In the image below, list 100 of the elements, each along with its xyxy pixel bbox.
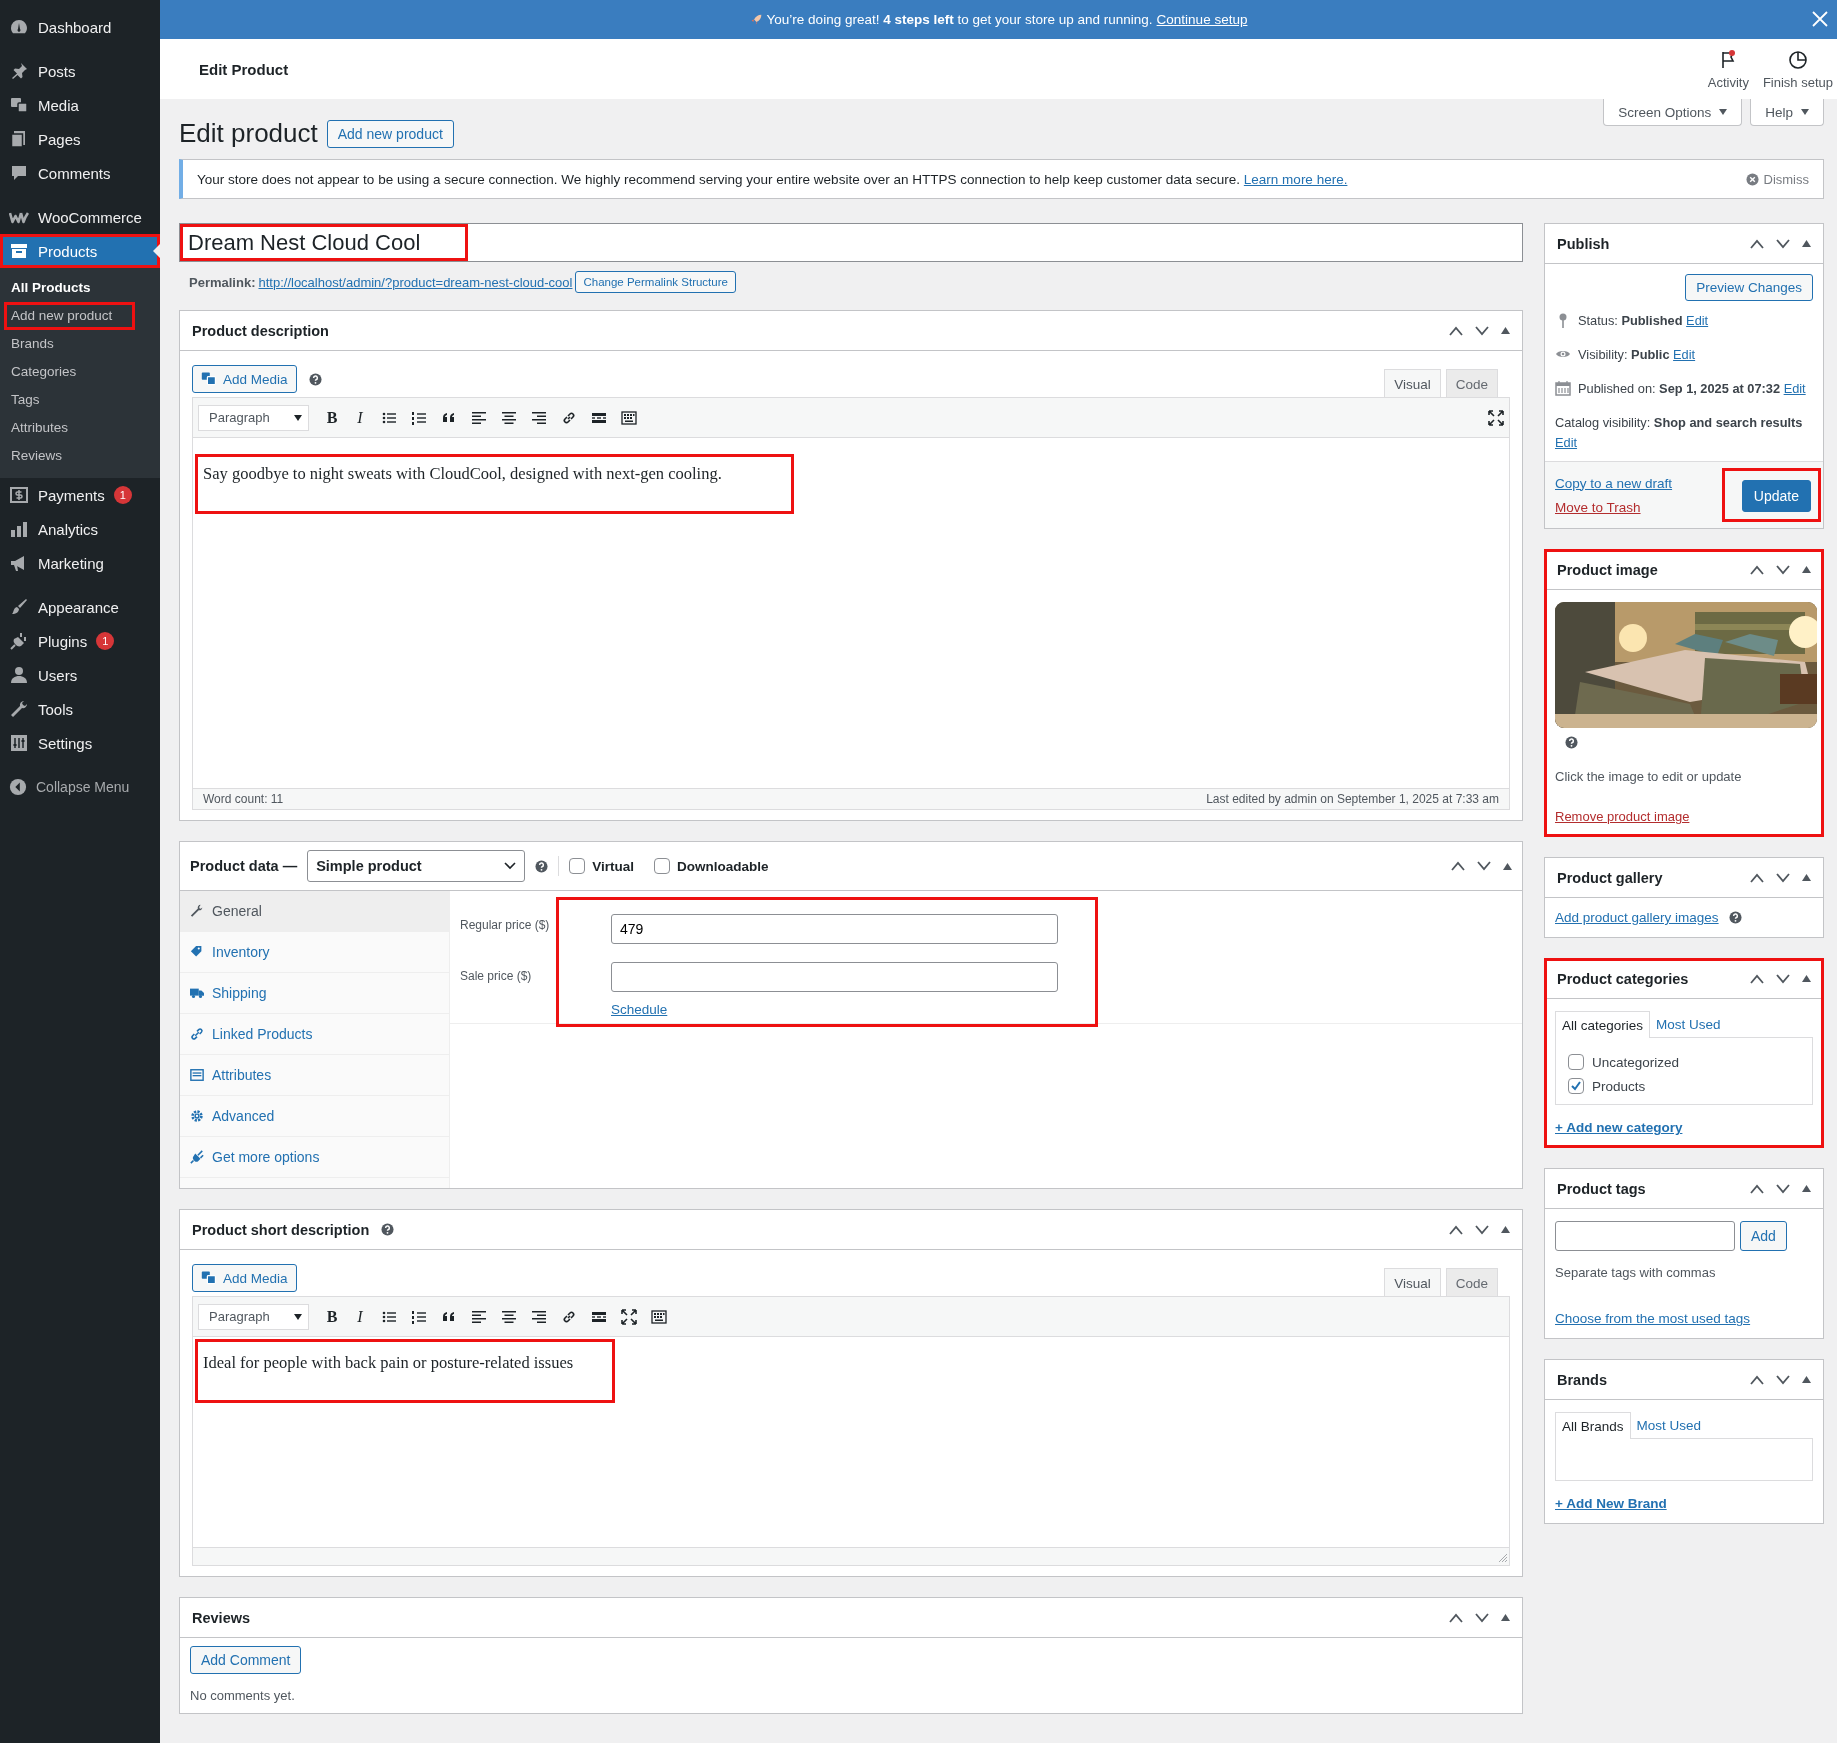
move-up-icon[interactable] <box>1750 238 1764 249</box>
category-checkbox[interactable]: Products <box>1568 1074 1800 1098</box>
header-action[interactable]: Activity <box>1707 48 1749 90</box>
add-comment-button[interactable]: Add Comment <box>190 1646 302 1674</box>
editor-tab[interactable]: Visual <box>1384 1268 1441 1296</box>
resize-handle-icon[interactable] <box>1499 1554 1507 1562</box>
move-to-trash-link[interactable]: Move to Trash <box>1555 499 1673 515</box>
italic-button[interactable]: I <box>353 408 367 427</box>
collapse-toggle-icon[interactable] <box>1802 566 1811 573</box>
product-type-dropdown[interactable]: Simple product <box>307 850 526 882</box>
sidebar-item[interactable]: Products <box>0 234 160 268</box>
bold-button[interactable]: B <box>325 408 339 427</box>
add-gallery-images-link[interactable]: Add product gallery images <box>1555 910 1719 925</box>
sidebar-item[interactable]: WooCommerce <box>0 200 160 234</box>
align-right-icon[interactable] <box>531 409 547 426</box>
product-data-tab[interactable]: General <box>180 891 449 932</box>
move-down-icon[interactable] <box>1776 872 1790 883</box>
price-field[interactable] <box>611 962 1058 992</box>
sidebar-item[interactable]: Comments <box>0 156 160 190</box>
collapse-toggle-icon[interactable] <box>1802 975 1811 982</box>
title-field[interactable]: Dream Nest Cloud Cool <box>179 223 1523 262</box>
sidebar-item[interactable]: Pages <box>0 122 160 156</box>
category-tab[interactable]: All categories <box>1555 1011 1651 1038</box>
align-right-icon[interactable] <box>531 1308 547 1325</box>
collapse-toggle-icon[interactable] <box>1501 327 1510 334</box>
dropdown-tab[interactable]: Help <box>1750 99 1824 126</box>
collapse-toggle-icon[interactable] <box>1802 1185 1811 1192</box>
preview-changes-button[interactable]: Preview Changes <box>1685 274 1813 301</box>
price-field[interactable]: 479 <box>611 914 1058 944</box>
align-left-icon[interactable] <box>471 409 487 426</box>
edit-link[interactable]: Edit <box>1555 435 1578 450</box>
move-down-icon[interactable] <box>1477 861 1491 871</box>
product-data-tab[interactable]: Get more options <box>180 1137 449 1178</box>
header-action[interactable]: Finish setup <box>1762 48 1833 90</box>
align-center-icon[interactable] <box>501 409 517 426</box>
sidebar-item[interactable]: Settings <box>0 726 160 760</box>
format-dropdown[interactable]: Paragraph <box>198 404 309 431</box>
editor-tab[interactable]: Visual <box>1384 369 1441 397</box>
move-down-icon[interactable] <box>1776 238 1790 249</box>
product-data-tab[interactable]: Inventory <box>180 932 449 973</box>
sidebar-item[interactable]: Marketing <box>0 546 160 580</box>
collapse-toggle-icon[interactable] <box>1802 874 1811 881</box>
move-up-icon[interactable] <box>1750 564 1764 575</box>
collapse-toggle-icon[interactable] <box>1802 1376 1811 1383</box>
category-tab[interactable]: All Brands <box>1555 1412 1631 1439</box>
move-up-icon[interactable] <box>1750 973 1764 984</box>
remove-image-link[interactable]: Remove product image <box>1555 809 1690 824</box>
move-down-icon[interactable] <box>1475 1612 1489 1623</box>
schedule-link[interactable]: Schedule <box>611 1002 668 1017</box>
italic-button[interactable]: I <box>353 1307 367 1326</box>
keyboard-icon[interactable] <box>651 1308 667 1325</box>
move-down-icon[interactable] <box>1776 1183 1790 1194</box>
change-permalink-button[interactable]: Change Permalink Structure <box>575 271 736 293</box>
dismiss-button[interactable]: Dismiss <box>1745 171 1809 187</box>
add-media-button[interactable]: Add Media <box>192 1264 297 1292</box>
sidebar-item[interactable]: Posts <box>0 54 160 88</box>
add-brand-link[interactable]: + Add New Brand <box>1555 1496 1667 1511</box>
move-down-icon[interactable] <box>1475 325 1489 336</box>
edit-link[interactable]: Edit <box>1783 381 1806 396</box>
fullscreen-icon[interactable] <box>621 1308 637 1325</box>
sidebar-item[interactable]: Users <box>0 658 160 692</box>
collapse-toggle-icon[interactable] <box>1503 862 1512 870</box>
submenu-item[interactable]: Reviews <box>4 442 135 470</box>
keyboard-icon[interactable] <box>621 409 637 426</box>
sidebar-item[interactable]: Tools <box>0 692 160 726</box>
sidebar-item[interactable]: Payments 1 <box>0 478 160 512</box>
category-tab[interactable]: Most Used <box>1650 1011 1727 1038</box>
product-data-tab[interactable]: Attributes <box>180 1055 449 1096</box>
align-left-icon[interactable] <box>471 1308 487 1325</box>
align-center-icon[interactable] <box>501 1308 517 1325</box>
move-down-icon[interactable] <box>1475 1224 1489 1235</box>
edit-link[interactable]: Edit <box>1673 347 1696 362</box>
submenu-item[interactable]: Tags <box>4 386 135 414</box>
dropdown-tab[interactable]: Screen Options <box>1603 99 1743 126</box>
move-up-icon[interactable] <box>1750 872 1764 883</box>
collapse-toggle-icon[interactable] <box>1501 1226 1510 1233</box>
submenu-item[interactable]: Attributes <box>4 414 135 442</box>
submenu-item[interactable]: All Products <box>4 274 135 302</box>
most-used-tags-link[interactable]: Choose from the most used tags <box>1555 1311 1751 1326</box>
collapse-toggle-icon[interactable] <box>1802 240 1811 247</box>
sidebar-item[interactable]: Media <box>0 88 160 122</box>
sidebar-item[interactable]: Analytics <box>0 512 160 546</box>
add-category-link[interactable]: + Add new category <box>1555 1120 1683 1135</box>
move-up-icon[interactable] <box>1451 861 1465 871</box>
add-tag-button[interactable]: Add <box>1740 1221 1787 1251</box>
editor-tab[interactable]: Code <box>1445 1268 1498 1296</box>
learn-more-link[interactable]: Learn more here. <box>1243 171 1348 187</box>
move-down-icon[interactable] <box>1776 973 1790 984</box>
numbered-list-icon[interactable] <box>411 1308 427 1325</box>
submenu-item[interactable]: Categories <box>4 358 135 386</box>
copy-draft-link[interactable]: Copy to a new draft <box>1555 475 1673 491</box>
move-up-icon[interactable] <box>1449 1224 1463 1235</box>
collapse-toggle-icon[interactable] <box>1501 1614 1510 1621</box>
move-up-icon[interactable] <box>1449 1612 1463 1623</box>
format-dropdown[interactable]: Paragraph <box>198 1303 309 1330</box>
edit-link[interactable]: Edit <box>1686 313 1709 328</box>
move-up-icon[interactable] <box>1750 1183 1764 1194</box>
submenu-item[interactable]: Brands <box>4 330 135 358</box>
sidebar-item[interactable]: Appearance <box>0 590 160 624</box>
tag-field[interactable] <box>1555 1221 1735 1251</box>
